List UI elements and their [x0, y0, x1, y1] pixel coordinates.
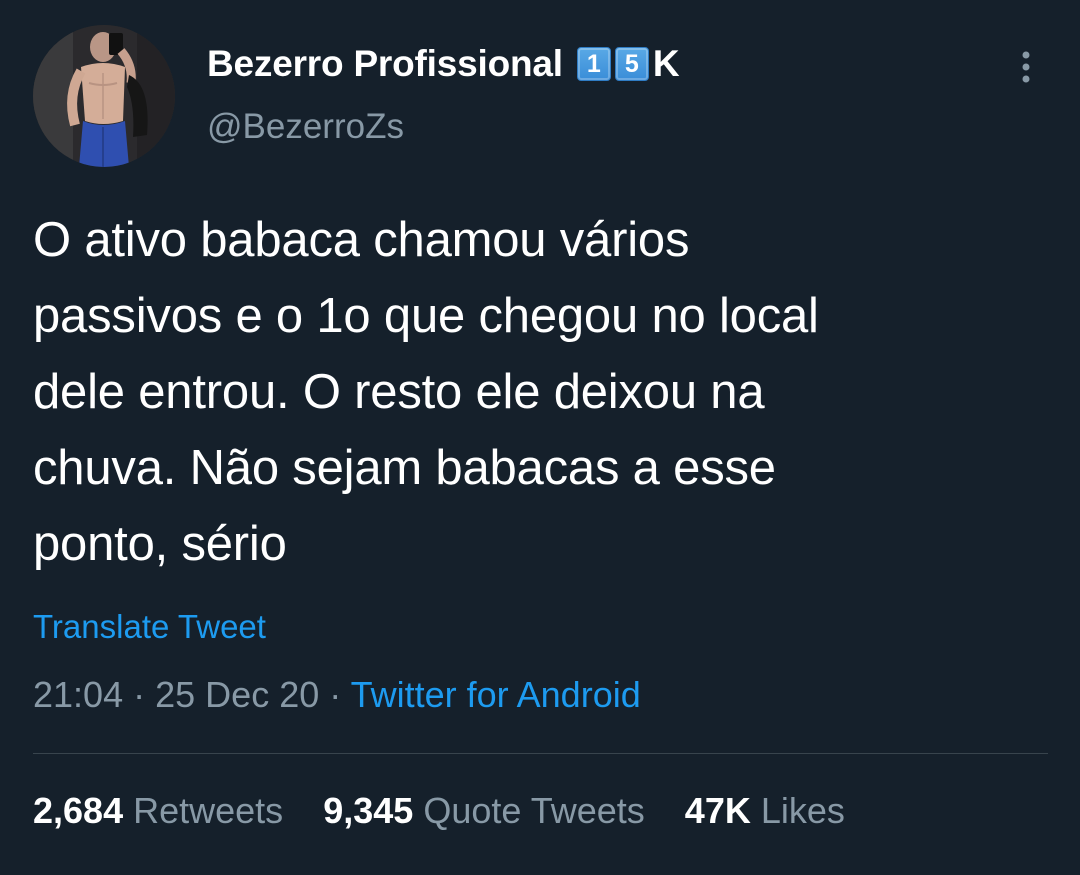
keycap-digit-five: 5: [614, 47, 649, 81]
likes-stat[interactable]: 47K Likes: [685, 790, 845, 831]
tweet-date[interactable]: 25 Dec 20: [155, 674, 319, 715]
display-name[interactable]: Bezerro Profissional: [207, 43, 563, 85]
tweet-meta: 21:04 · 25 Dec 20 · Twitter for Android: [33, 674, 641, 716]
tweet-time[interactable]: 21:04: [33, 674, 123, 715]
author-name-row[interactable]: Bezerro Profissional 1 5 K: [207, 43, 680, 85]
quote-tweets-label: Quote Tweets: [423, 790, 645, 831]
avatar[interactable]: [33, 25, 175, 167]
more-options-button[interactable]: [1008, 47, 1044, 87]
profile-photo: [33, 25, 175, 167]
retweets-stat[interactable]: 2,684 Retweets: [33, 790, 283, 831]
tweet-text-line: O ativo babaca chamou vários: [33, 213, 690, 267]
tweet-text-line: passivos e o 1o que chegou no local: [33, 289, 819, 343]
likes-count: 47K: [684, 790, 751, 831]
likes-label: Likes: [760, 790, 845, 831]
tweet-card: Bezerro Profissional 1 5 K @BezerroZs O …: [0, 0, 1080, 875]
user-handle[interactable]: @BezerroZs: [207, 107, 404, 147]
tweet-text: O ativo babaca chamou vários passivos e …: [33, 202, 1033, 582]
badge-suffix: K: [652, 43, 680, 84]
keycap-digit-one: 1: [576, 47, 611, 81]
quote-tweets-stat[interactable]: 9,345 Quote Tweets: [323, 790, 645, 831]
quote-tweets-count: 9,345: [323, 790, 414, 831]
divider: [33, 753, 1048, 754]
follower-badge: 1 5 K: [576, 43, 680, 85]
retweets-label: Retweets: [133, 790, 284, 831]
tweet-text-line: chuva. Não sejam babacas a esse: [33, 441, 776, 495]
tweet-text-line: dele entrou. O resto ele deixou na: [33, 365, 765, 419]
meta-separator: ·: [329, 674, 342, 715]
tweet-text-line: ponto, sério: [33, 517, 287, 571]
tweet-source-link[interactable]: Twitter for Android: [351, 674, 641, 715]
meta-separator: ·: [133, 674, 146, 715]
tweet-stats: 2,684 Retweets 9,345 Quote Tweets 47K Li…: [33, 790, 875, 832]
more-vertical-icon: [1022, 51, 1030, 83]
retweets-count: 2,684: [33, 790, 124, 831]
translate-tweet-link[interactable]: Translate Tweet: [33, 608, 266, 646]
